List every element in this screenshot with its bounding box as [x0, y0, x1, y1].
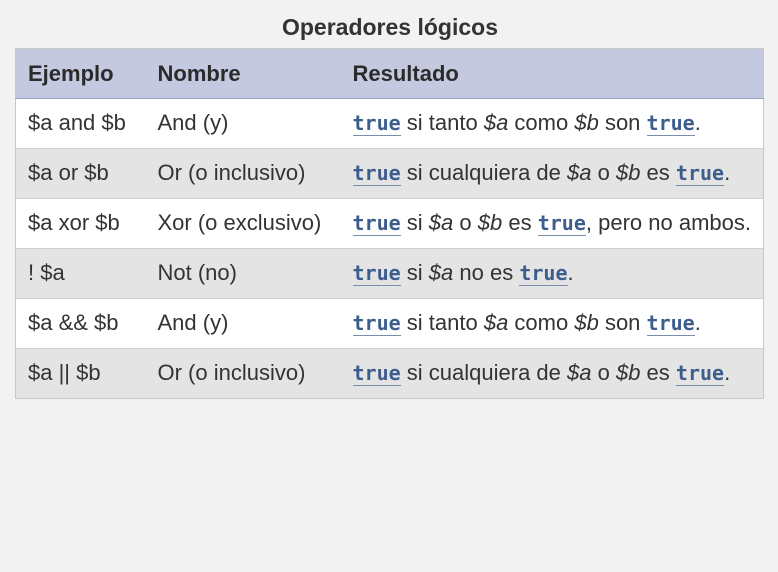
cell-example: $a && $b	[15, 298, 146, 349]
result-text: son	[598, 310, 647, 335]
cell-result: true si cualquiera de $a o $b es true.	[340, 348, 764, 399]
variable-text: $a	[567, 360, 592, 385]
table-row: $a || $b Or (o inclusivo) true si cualquie…	[15, 348, 764, 399]
variable-text: $a	[428, 210, 454, 235]
result-text: , pero no ambos.	[585, 210, 751, 235]
result-text: no es	[453, 260, 520, 285]
cell-name: And (y)	[145, 98, 341, 149]
table-row: $a && $b And (y) true si tanto $a como $b …	[15, 298, 764, 349]
variable-text: $b	[574, 310, 599, 335]
table-row: $a or $b Or (o inclusivo) true si cualquie…	[15, 148, 764, 199]
variable-text: $a	[483, 110, 509, 135]
cell-example: $a xor $b	[15, 198, 146, 249]
table-row: ! $a Not (no) true si $a no es true.	[15, 248, 764, 299]
result-text: como	[508, 110, 575, 135]
result-text: como	[508, 310, 575, 335]
variable-text: $b	[615, 360, 641, 385]
result-text: si	[400, 260, 429, 285]
result-text: es	[640, 360, 676, 385]
result-text: o	[453, 210, 478, 235]
column-header-name: Nombre	[145, 48, 341, 99]
table-row: $a and $b And (y) true si tanto $a como $b…	[15, 98, 764, 149]
result-text: .	[567, 260, 574, 285]
column-header-example: Ejemplo	[15, 48, 146, 99]
true-keyword-link[interactable]: true	[352, 211, 401, 236]
cell-result: true si $a o $b es true, pero no ambos.	[340, 198, 764, 249]
cell-name: Not (no)	[145, 248, 341, 299]
true-keyword-link[interactable]: true	[646, 311, 695, 336]
result-text: .	[724, 360, 731, 385]
variable-text: $a	[483, 310, 509, 335]
cell-example: ! $a	[15, 248, 146, 299]
result-text: son	[598, 110, 647, 135]
true-keyword-link[interactable]: true	[646, 111, 695, 136]
cell-name: Xor (o exclusivo)	[145, 198, 341, 249]
result-text: .	[694, 110, 701, 135]
true-keyword-link[interactable]: true	[352, 111, 401, 136]
variable-text: $a	[428, 260, 454, 285]
result-text: si cualquiera de	[400, 160, 567, 185]
result-text: es	[502, 210, 538, 235]
column-header-result: Resultado	[340, 48, 764, 99]
cell-name: Or (o inclusivo)	[145, 148, 341, 199]
variable-text: $b	[574, 110, 599, 135]
result-text: si cualquiera de	[400, 360, 567, 385]
cell-result: true si tanto $a como $b son true.	[340, 298, 764, 349]
result-text: si	[400, 210, 429, 235]
result-text: si tanto	[400, 310, 484, 335]
cell-name: And (y)	[145, 298, 341, 349]
true-keyword-link[interactable]: true	[675, 161, 725, 186]
result-text: .	[724, 160, 731, 185]
true-keyword-link[interactable]: true	[519, 261, 568, 286]
true-keyword-link[interactable]: true	[352, 161, 401, 186]
true-keyword-link[interactable]: true	[352, 261, 401, 286]
logical-operators-table: Ejemplo Nombre Resultado $a and $b And (y…	[15, 48, 764, 399]
true-keyword-link[interactable]: true	[352, 311, 401, 336]
true-keyword-link[interactable]: true	[352, 361, 401, 386]
cell-example: $a or $b	[15, 148, 146, 199]
cell-result: true si $a no es true.	[340, 248, 764, 299]
variable-text: $b	[477, 210, 503, 235]
cell-result: true si cualquiera de $a o $b es true.	[340, 148, 764, 199]
true-keyword-link[interactable]: true	[537, 211, 586, 236]
result-text: o	[591, 360, 616, 385]
cell-result: true si tanto $a como $b son true.	[340, 98, 764, 149]
table-row: $a xor $b Xor (o exclusivo) true si $a o $…	[15, 198, 764, 249]
result-text: .	[694, 310, 701, 335]
cell-name: Or (o inclusivo)	[145, 348, 341, 399]
true-keyword-link[interactable]: true	[675, 361, 725, 386]
table-header-row: Ejemplo Nombre Resultado	[15, 48, 764, 99]
result-text: si tanto	[400, 110, 484, 135]
cell-example: $a and $b	[15, 98, 146, 149]
result-text: o	[591, 160, 616, 185]
variable-text: $a	[567, 160, 592, 185]
result-text: es	[640, 160, 676, 185]
variable-text: $b	[615, 160, 641, 185]
table-caption: Operadores lógicos	[281, 14, 498, 40]
cell-example: $a || $b	[15, 348, 146, 399]
